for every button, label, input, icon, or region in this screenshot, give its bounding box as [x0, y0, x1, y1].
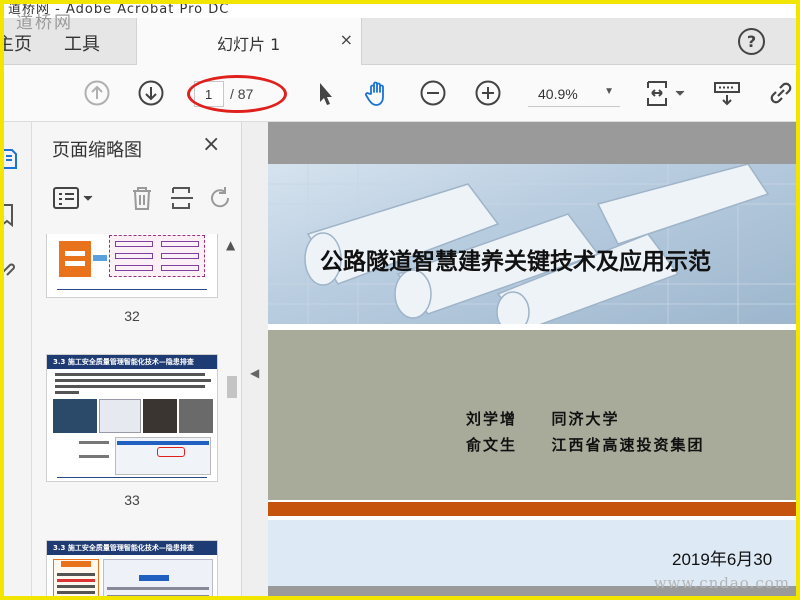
- thumbnail-page-number: 33: [124, 492, 140, 508]
- author-name: 刘学增: [466, 410, 518, 428]
- tab-home[interactable]: 主页: [4, 30, 32, 56]
- chevron-left-icon[interactable]: ◀: [250, 366, 259, 380]
- tab-close-button[interactable]: ×: [340, 30, 353, 49]
- previous-page-icon[interactable]: [82, 78, 112, 108]
- thumbnail-list: 32 3.3 施工安全质量管理智能化技术—隐患排查 33 3.3 施工安全质量管…: [32, 234, 242, 596]
- thumbnail-toolbar: [32, 174, 242, 224]
- navigation-strip: [4, 122, 32, 596]
- thumbnail-heading: 3.3 施工安全质量管理智能化技术—隐患排查: [53, 544, 194, 552]
- title-bar: 道桥网 - Adobe Acrobat Pro DC: [4, 4, 796, 18]
- document-view[interactable]: 公路隧道智慧建养关键技术及应用示范 刘学增 同济大学 俞文生 江西省高速投资集团…: [268, 122, 796, 596]
- tab-document-label: 幻灯片 1: [217, 35, 281, 54]
- thumbnail-page-33[interactable]: 3.3 施工安全质量管理智能化技术—隐患排查: [46, 354, 218, 482]
- fit-page-icon[interactable]: [642, 78, 690, 108]
- zoom-in-icon[interactable]: [473, 78, 503, 108]
- toolbar: / 87 40.9% ▼: [4, 65, 796, 122]
- trash-icon[interactable]: [128, 184, 156, 212]
- thumbnail-scrollbar[interactable]: ▲: [224, 234, 240, 596]
- slide-hero-image: 公路隧道智慧建养关键技术及应用示范: [268, 164, 796, 324]
- next-page-icon[interactable]: [136, 78, 166, 108]
- panel-collapse-strip[interactable]: ◀: [242, 122, 268, 596]
- thumbnail-page-34[interactable]: 3.3 施工安全质量管理智能化技术—隐患排查: [46, 540, 218, 596]
- zoom-value: 40.9%: [538, 86, 578, 102]
- thumbnail-options-icon[interactable]: [52, 184, 96, 212]
- panel-title: 页面缩略图: [52, 140, 142, 161]
- author-name: 俞文生: [466, 436, 518, 454]
- author-band: 刘学增 同济大学 俞文生 江西省高速投资集团: [268, 330, 796, 500]
- extract-pages-icon[interactable]: [168, 184, 196, 212]
- thumbnails-panel: 页面缩略图 × 32 3.3 施工安全质量管理智能化技术—隐患排查 33 3.3…: [32, 122, 242, 596]
- tab-document[interactable]: 幻灯片 1 ×: [136, 18, 362, 66]
- annotation-circle: [187, 75, 287, 113]
- rotate-icon[interactable]: [206, 184, 234, 212]
- link-icon[interactable]: [766, 78, 796, 108]
- chevron-up-icon[interactable]: ▲: [226, 238, 235, 252]
- select-cursor-icon[interactable]: [310, 78, 340, 108]
- panel-close-button[interactable]: ×: [202, 132, 220, 157]
- hand-tool-icon[interactable]: [362, 78, 392, 108]
- accent-bar: [268, 502, 796, 516]
- slide-page: 公路隧道智慧建养关键技术及应用示范 刘学增 同济大学 俞文生 江西省高速投资集团…: [268, 164, 796, 596]
- watermark-logo: 道桥网: [16, 13, 73, 33]
- app-window: 道桥网 - Adobe Acrobat Pro DC 道桥网 主页 工具 幻灯片…: [4, 4, 796, 596]
- thumbnail-page-number: 32: [124, 308, 140, 324]
- slide-date: 2019年6月30: [672, 550, 773, 569]
- author-org: 同济大学: [551, 410, 620, 428]
- bookmark-icon[interactable]: [4, 202, 30, 228]
- page-thumbnails-icon[interactable]: [4, 146, 30, 172]
- watermark-url: www.cndao.com: [653, 574, 790, 592]
- author-line: 俞文生 江西省高速投资集团: [466, 434, 705, 455]
- help-icon[interactable]: ?: [738, 28, 765, 55]
- thumbnail-page-32[interactable]: [46, 234, 218, 298]
- author-org: 江西省高速投资集团: [551, 436, 705, 454]
- attachment-icon[interactable]: [4, 256, 30, 282]
- author-line: 刘学增 同济大学: [466, 408, 620, 429]
- tab-bar: 主页 工具 幻灯片 1 × ?: [4, 18, 796, 66]
- chevron-down-icon: ▼: [604, 86, 614, 97]
- zoom-select[interactable]: 40.9% ▼: [528, 83, 620, 107]
- slide-title: 公路隧道智慧建养关键技术及应用示范: [320, 249, 711, 275]
- keyboard-icon[interactable]: [712, 78, 742, 108]
- thumbnail-heading: 3.3 施工安全质量管理智能化技术—隐患排查: [53, 358, 194, 366]
- zoom-out-icon[interactable]: [418, 78, 448, 108]
- tab-tools[interactable]: 工具: [64, 30, 100, 56]
- scrollbar-thumb[interactable]: [227, 376, 237, 398]
